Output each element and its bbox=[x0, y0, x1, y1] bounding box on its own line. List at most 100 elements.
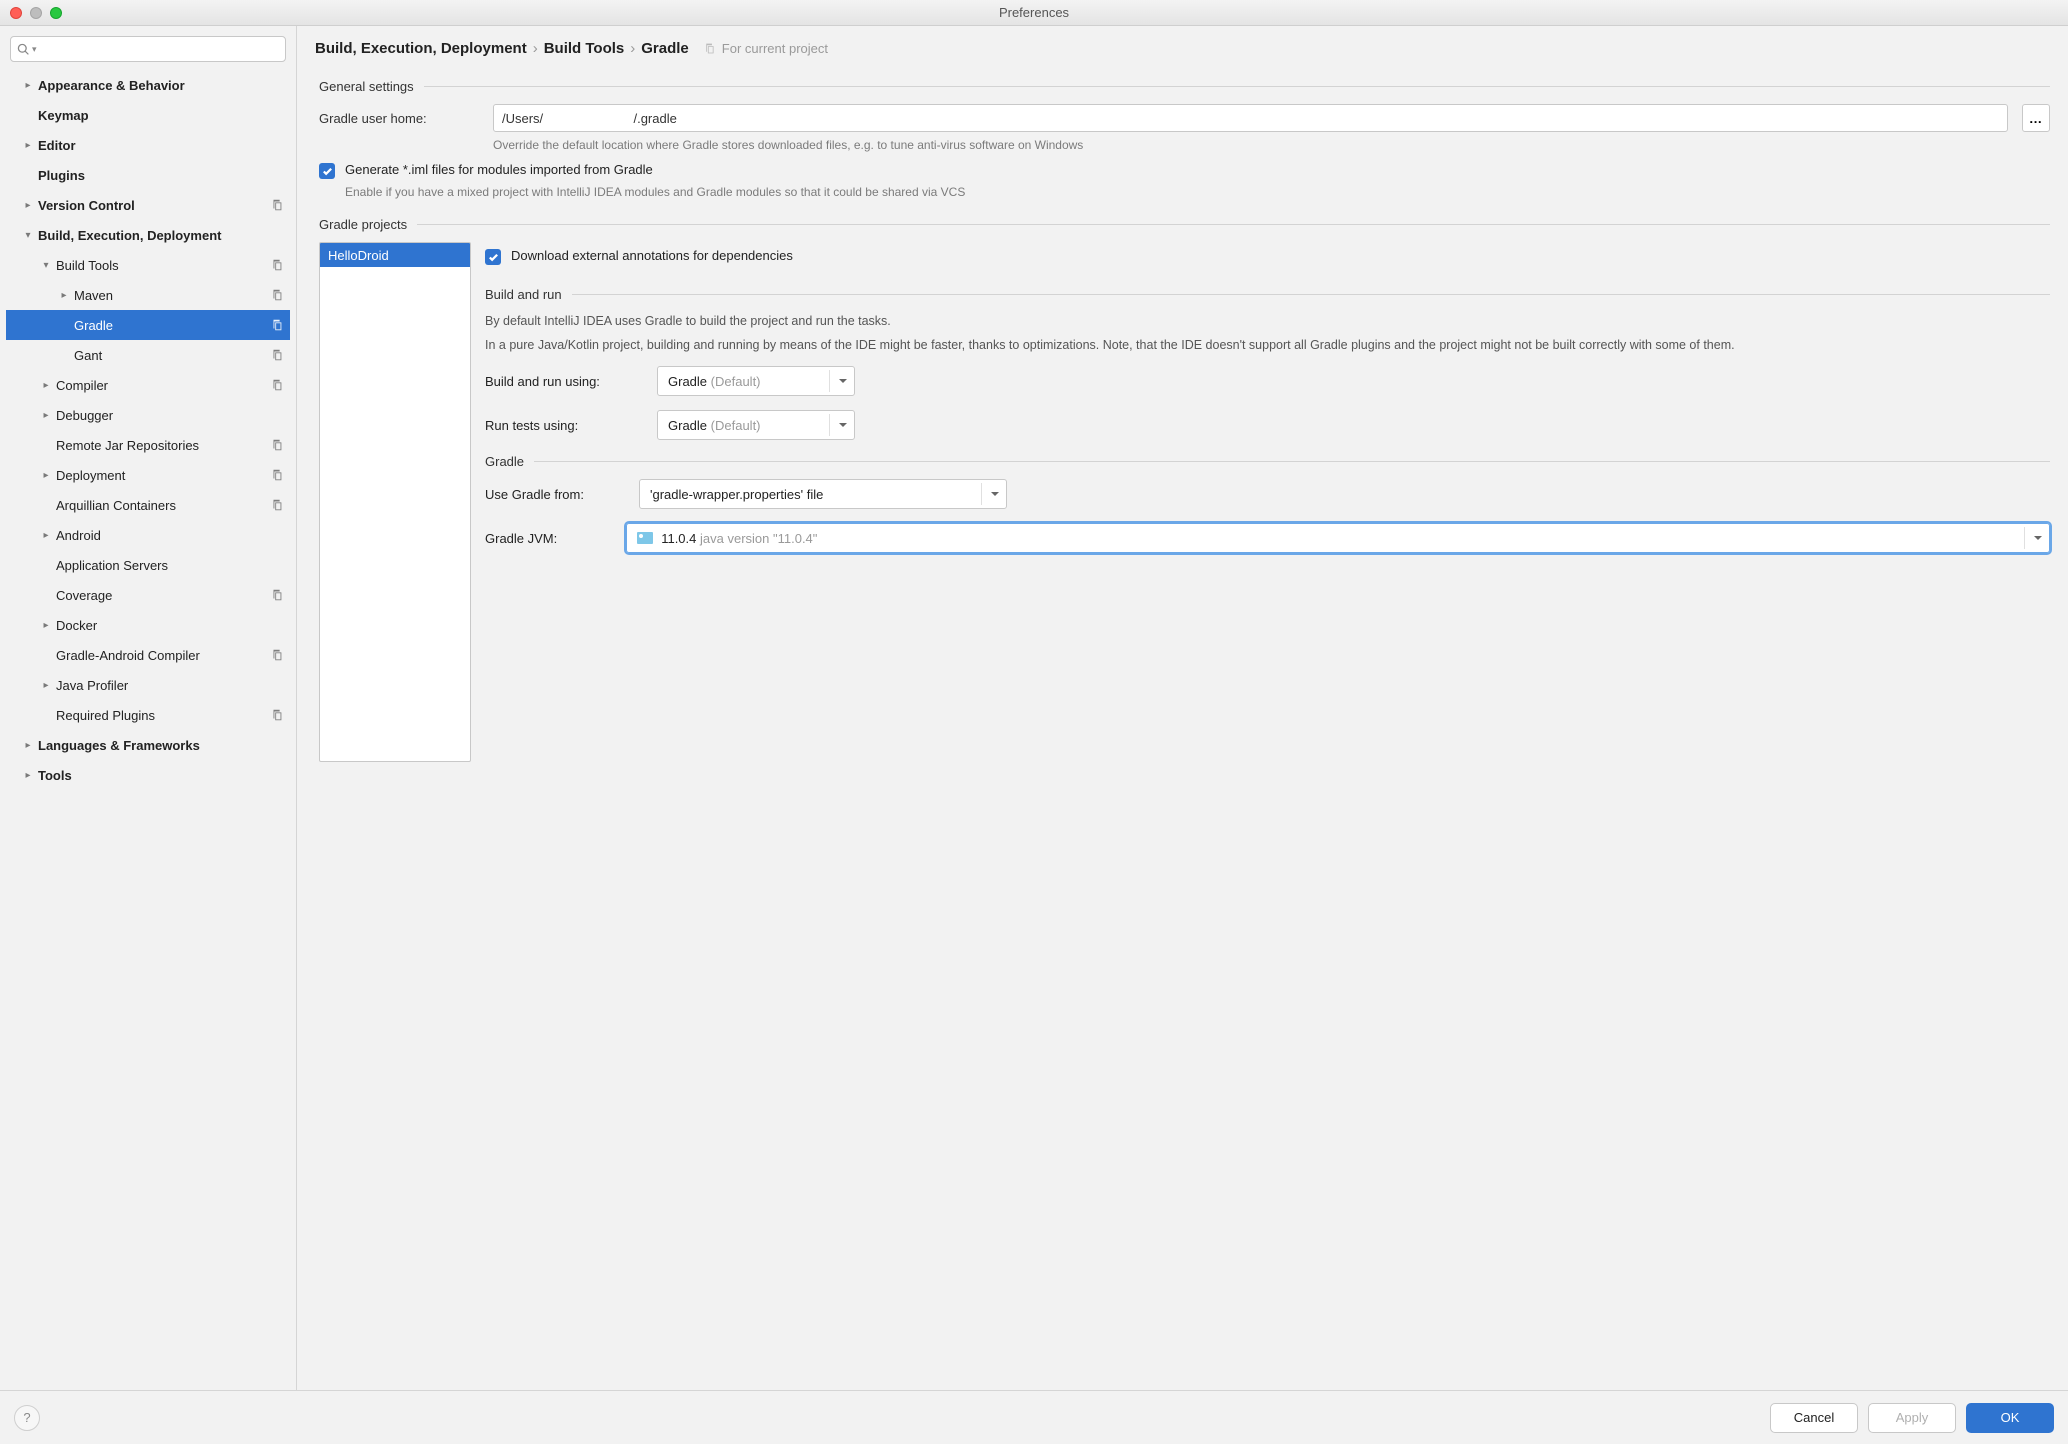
tree-item-languages-frameworks[interactable]: ▸Languages & Frameworks bbox=[6, 730, 290, 760]
breadcrumb-part[interactable]: Build, Execution, Deployment bbox=[315, 40, 527, 57]
tree-item-required-plugins[interactable]: Required Plugins bbox=[6, 700, 290, 730]
browse-button[interactable]: … bbox=[2022, 104, 2050, 132]
gradle-home-input[interactable] bbox=[493, 104, 2008, 132]
section-projects-label: Gradle projects bbox=[319, 217, 407, 232]
tree-item-label: Tools bbox=[38, 768, 284, 783]
apply-button: Apply bbox=[1868, 1403, 1956, 1433]
copy-icon bbox=[270, 198, 284, 212]
tree-item-gant[interactable]: Gant bbox=[6, 340, 290, 370]
tree-item-keymap[interactable]: Keymap bbox=[6, 100, 290, 130]
copy-icon bbox=[703, 42, 716, 55]
chevron-right-icon: ▸ bbox=[40, 680, 52, 691]
tree-item-label: Gant bbox=[74, 348, 270, 363]
search-field[interactable] bbox=[43, 42, 279, 57]
tests-using-combo[interactable]: Gradle (Default) bbox=[657, 410, 855, 440]
tree-item-deployment[interactable]: ▸ Deployment bbox=[6, 460, 290, 490]
tests-using-label: Run tests using: bbox=[485, 418, 643, 433]
tree-item-label: Compiler bbox=[56, 378, 270, 393]
chevron-right-icon: ▸ bbox=[40, 620, 52, 631]
tree-item-coverage[interactable]: Coverage bbox=[6, 580, 290, 610]
tree-item-maven[interactable]: ▸Maven bbox=[6, 280, 290, 310]
tree-item-label: Gradle-Android Compiler bbox=[56, 648, 270, 663]
chevron-right-icon: ▸ bbox=[40, 380, 52, 391]
tree-item-appearance-behavior[interactable]: ▸ Appearance & Behavior bbox=[6, 70, 290, 100]
check-icon bbox=[322, 166, 333, 177]
tree-item-label: Deployment bbox=[56, 468, 270, 483]
tree-item-remote-jar-repositories[interactable]: Remote Jar Repositories bbox=[6, 430, 290, 460]
tree-item-gradle[interactable]: Gradle bbox=[6, 310, 290, 340]
chevron-right-icon: ▸ bbox=[40, 530, 52, 541]
chevron-down-icon bbox=[838, 420, 848, 430]
tree-item-label: Application Servers bbox=[56, 558, 284, 573]
chevron-right-icon: ▸ bbox=[22, 200, 34, 211]
tree-item-arquillian-containers[interactable]: Arquillian Containers bbox=[6, 490, 290, 520]
tree-item-label: Docker bbox=[56, 618, 284, 633]
tree-item-editor[interactable]: ▸Editor bbox=[6, 130, 290, 160]
gradle-from-combo[interactable]: 'gradle-wrapper.properties' file bbox=[639, 479, 1007, 509]
copy-icon bbox=[270, 288, 284, 302]
gradle-jvm-label: Gradle JVM: bbox=[485, 531, 612, 546]
cancel-button[interactable]: Cancel bbox=[1770, 1403, 1858, 1433]
section-projects: Gradle projects bbox=[319, 217, 2050, 232]
section-build-run: Build and run bbox=[485, 287, 2050, 302]
tree-item-plugins[interactable]: Plugins bbox=[6, 160, 290, 190]
chevron-down-icon bbox=[990, 489, 1000, 499]
tree-item-label: Appearance & Behavior bbox=[38, 78, 284, 93]
download-annotations-label: Download external annotations for depend… bbox=[511, 248, 793, 263]
help-button[interactable]: ? bbox=[14, 1405, 40, 1431]
generate-iml-hint: Enable if you have a mixed project with … bbox=[345, 185, 2050, 199]
tree-item-label: Gradle bbox=[74, 318, 270, 333]
tree-item-android[interactable]: ▸Android bbox=[6, 520, 290, 550]
generate-iml-label: Generate *.iml files for modules importe… bbox=[345, 162, 653, 177]
tree-item-label: Build Tools bbox=[56, 258, 270, 273]
chevron-right-icon: ▸ bbox=[22, 740, 34, 751]
download-annotations-checkbox[interactable] bbox=[485, 249, 501, 265]
gradle-jvm-value: 11.0.4 bbox=[661, 531, 696, 546]
settings-tree[interactable]: ▸ Appearance & Behavior Keymap▸Editor Plu… bbox=[6, 70, 290, 1390]
chevron-right-icon: ▸ bbox=[22, 80, 34, 91]
tree-item-label: Java Profiler bbox=[56, 678, 284, 693]
scope-indicator: For current project bbox=[703, 41, 828, 56]
project-item[interactable]: HelloDroid bbox=[320, 243, 470, 267]
copy-icon bbox=[270, 318, 284, 332]
search-scope-chevron-icon[interactable]: ▾ bbox=[32, 44, 37, 55]
tree-item-label: Remote Jar Repositories bbox=[56, 438, 270, 453]
tree-item-version-control[interactable]: ▸ Version Control bbox=[6, 190, 290, 220]
breadcrumb-sep: › bbox=[624, 40, 641, 57]
tree-item-label: Version Control bbox=[38, 198, 270, 213]
copy-icon bbox=[270, 438, 284, 452]
gradle-jvm-combo[interactable]: 11.0.4 java version "11.0.4" bbox=[626, 523, 2050, 553]
tree-item-compiler[interactable]: ▸ Compiler bbox=[6, 370, 290, 400]
chevron-right-icon: ▸ bbox=[58, 290, 70, 301]
jdk-icon bbox=[637, 532, 653, 544]
breadcrumb-part[interactable]: Gradle bbox=[641, 40, 689, 57]
search-input[interactable]: ▾ bbox=[10, 36, 286, 62]
copy-icon bbox=[270, 378, 284, 392]
copy-icon bbox=[270, 468, 284, 482]
build-using-suffix: (Default) bbox=[711, 374, 761, 389]
chevron-right-icon: ▸ bbox=[40, 410, 52, 421]
build-using-combo[interactable]: Gradle (Default) bbox=[657, 366, 855, 396]
tree-item-debugger[interactable]: ▸Debugger bbox=[6, 400, 290, 430]
tree-item-application-servers[interactable]: Application Servers bbox=[6, 550, 290, 580]
section-gradle: Gradle bbox=[485, 454, 2050, 469]
ok-button[interactable]: OK bbox=[1966, 1403, 2054, 1433]
generate-iml-checkbox[interactable] bbox=[319, 163, 335, 179]
tree-item-gradle-android-compiler[interactable]: Gradle-Android Compiler bbox=[6, 640, 290, 670]
build-run-desc2: In a pure Java/Kotlin project, building … bbox=[485, 336, 2050, 354]
tree-item-build-execution-deployment[interactable]: ▾Build, Execution, Deployment bbox=[6, 220, 290, 250]
breadcrumb-part[interactable]: Build Tools bbox=[544, 40, 625, 57]
projects-list[interactable]: HelloDroid bbox=[319, 242, 471, 762]
gradle-home-label: Gradle user home: bbox=[319, 111, 479, 126]
copy-icon bbox=[270, 588, 284, 602]
tests-using-value: Gradle bbox=[668, 418, 707, 433]
gradle-from-value: 'gradle-wrapper.properties' file bbox=[650, 487, 823, 502]
tree-item-build-tools[interactable]: ▾Build Tools bbox=[6, 250, 290, 280]
tree-item-java-profiler[interactable]: ▸ Java Profiler bbox=[6, 670, 290, 700]
tree-item-tools[interactable]: ▸Tools bbox=[6, 760, 290, 790]
tree-item-docker[interactable]: ▸ Docker bbox=[6, 610, 290, 640]
copy-icon bbox=[270, 348, 284, 362]
chevron-right-icon: ▸ bbox=[40, 470, 52, 481]
section-gradle-label: Gradle bbox=[485, 454, 524, 469]
breadcrumb-sep: › bbox=[527, 40, 544, 57]
